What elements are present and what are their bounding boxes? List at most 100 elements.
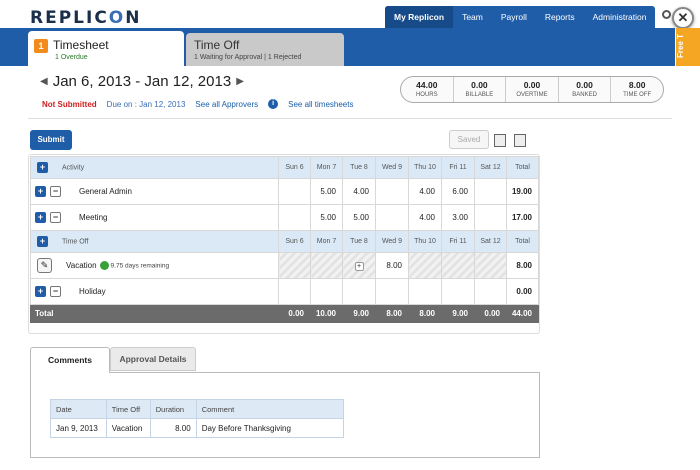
nav-team[interactable]: Team [453, 6, 492, 28]
hour-cell[interactable]: 4.00 [408, 178, 442, 205]
day-header: Sat 12 [474, 156, 507, 179]
summary-time-off: 8.00 TIME OFF [623, 80, 652, 98]
hour-cell[interactable]: 4.00 [408, 204, 442, 231]
grand-total: 44.00 [506, 304, 539, 323]
remove-icon[interactable]: − [50, 212, 61, 223]
hour-cell [408, 252, 442, 279]
free-trial-tab[interactable]: Free T [676, 28, 700, 66]
day-header: Thu 10 [408, 230, 442, 253]
saved-button[interactable]: Saved [449, 130, 489, 149]
row-total: 19.00 [506, 178, 539, 205]
hour-cell[interactable]: 5.00 [342, 204, 376, 231]
see-all-timesheets-link[interactable]: See all timesheets [288, 100, 353, 109]
day-total: 0.00 [474, 304, 507, 323]
add-entry-icon[interactable]: + [354, 261, 364, 271]
tab-timesheet-subtitle: 1 Overdue [55, 54, 88, 61]
hour-cell[interactable] [375, 204, 409, 231]
hour-cell[interactable] [441, 278, 475, 305]
copy-icon[interactable] [494, 134, 506, 147]
summary-banked: 0.00 BANKED [559, 77, 612, 102]
hour-cell[interactable] [375, 178, 409, 205]
nav-reports[interactable]: Reports [536, 6, 584, 28]
hour-cell[interactable] [474, 204, 507, 231]
hour-cell[interactable]: 5.00 [310, 204, 343, 231]
tab-comments[interactable]: Comments [30, 347, 110, 373]
prev-period-icon[interactable]: ◀ [40, 76, 48, 87]
hour-cell[interactable] [278, 204, 311, 231]
day-total: 8.00 [375, 304, 409, 323]
comments-header-row: Date Time Off Duration Comment [50, 399, 345, 419]
comment-type: Vacation [105, 418, 151, 438]
nav-my-replicon[interactable]: My Replicon [385, 6, 454, 28]
nav-administration[interactable]: Administration [584, 6, 656, 28]
close-button[interactable]: ✕ [672, 7, 694, 29]
day-header: Tue 8 [342, 230, 376, 253]
hour-cell[interactable] [310, 278, 343, 305]
tab-time-off-subtitle: 1 Waiting for Approval | 1 Rejected [194, 54, 302, 61]
due-date: Due on : Jan 12, 2013 [106, 99, 186, 109]
col-header-time-off: Time Off [105, 399, 151, 419]
nav-payroll[interactable]: Payroll [492, 6, 536, 28]
tab-timesheet[interactable]: 1 Timesheet 1 Overdue [28, 31, 184, 66]
info-icon[interactable]: i [268, 99, 279, 109]
hour-cell[interactable]: 5.00 [310, 178, 343, 205]
summary-billable: 0.00 BILLABLE [454, 77, 507, 102]
row-label: + − Meeting [30, 204, 279, 231]
table-row: ✎ Vacation 9.75 days remaining + 8.00 8.00 [30, 252, 539, 279]
expand-icon[interactable]: + [35, 212, 46, 223]
day-header: Fri 11 [441, 230, 475, 253]
hour-cell[interactable]: 8.00 [375, 252, 409, 279]
day-header: Wed 9 [375, 230, 409, 253]
total-row: Total 0.00 10.00 9.00 8.00 8.00 9.00 0.0… [30, 304, 539, 323]
hour-cell[interactable] [474, 278, 507, 305]
add-activity-icon[interactable]: + [37, 162, 48, 173]
period-range: Jan 6, 2013 - Jan 12, 2013 [52, 73, 232, 90]
hour-cell[interactable] [375, 278, 409, 305]
status-row: Not Submitted Due on : Jan 12, 2013 See … [42, 99, 353, 109]
tab-time-off[interactable]: Time Off 1 Waiting for Approval | 1 Reje… [186, 33, 344, 66]
overdue-badge: 1 [34, 39, 48, 53]
time-off-header: + Time Off [30, 230, 279, 253]
see-all-approvers-link[interactable]: See all Approvers [195, 100, 258, 109]
edit-icon[interactable]: ✎ [37, 258, 52, 273]
hour-cell[interactable]: 4.00 [342, 178, 376, 205]
hour-cell[interactable] [408, 278, 442, 305]
day-header: Fri 11 [441, 156, 475, 179]
tab-timesheet-title: Timesheet [53, 38, 109, 52]
next-period-icon[interactable]: ▶ [236, 76, 244, 87]
expand-icon[interactable]: + [35, 286, 46, 297]
total-header: Total [506, 156, 539, 179]
day-header: Thu 10 [408, 156, 442, 179]
remaining-balance: 9.75 days remaining [110, 262, 170, 270]
hour-cell[interactable] [342, 278, 376, 305]
day-header: Sun 6 [278, 230, 311, 253]
hour-cell[interactable] [474, 178, 507, 205]
print-icon[interactable] [514, 134, 526, 147]
hour-cell[interactable]: 3.00 [441, 204, 475, 231]
add-time-off-icon[interactable]: + [37, 236, 48, 247]
day-total: 0.00 [278, 304, 311, 323]
summary-totals: 44.00 HOURS 0.00 BILLABLE 0.00 OVERTIME 0.0… [400, 76, 664, 103]
main-nav: My Replicon Team Payroll Reports Adminis… [385, 6, 656, 28]
day-header: Tue 8 [342, 156, 376, 179]
hour-cell[interactable] [278, 178, 311, 205]
balance-icon [99, 261, 109, 270]
remove-icon[interactable]: − [50, 286, 61, 297]
day-total: 8.00 [408, 304, 442, 323]
tab-approval-details[interactable]: Approval Details [110, 347, 196, 371]
replicon-logo[interactable]: REPLICON [30, 8, 141, 28]
activity-header-row: + Activity Sun 6 Mon 7 Tue 8 Wed 9 Thu 10… [30, 156, 539, 179]
hour-cell [278, 252, 311, 279]
row-total: 0.00 [506, 278, 539, 305]
col-header-date: Date [50, 399, 107, 419]
hour-cell[interactable] [278, 278, 311, 305]
status-badge: Not Submitted [42, 99, 97, 109]
row-label: ✎ Vacation 9.75 days remaining [30, 252, 279, 279]
hour-cell[interactable]: 6.00 [441, 178, 475, 205]
gear-icon[interactable] [662, 10, 671, 19]
expand-icon[interactable]: + [35, 186, 46, 197]
remove-icon[interactable]: − [50, 186, 61, 197]
day-total: 10.00 [310, 304, 343, 323]
submit-button[interactable]: Submit [30, 130, 72, 150]
hour-cell[interactable]: + [342, 252, 376, 279]
